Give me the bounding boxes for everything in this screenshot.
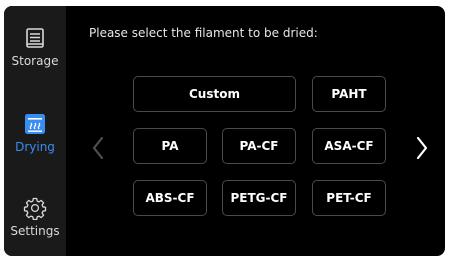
filament-button-petg-cf[interactable]: PETG-CF	[222, 180, 296, 216]
sidebar-item-drying[interactable]: Drying	[4, 112, 66, 154]
sidebar-item-label: Storage	[11, 54, 59, 68]
filament-button-abs-cf[interactable]: ABS-CF	[133, 180, 207, 216]
filament-button-paht[interactable]: PAHT	[312, 76, 386, 112]
previous-page-button[interactable]	[86, 133, 110, 163]
sidebar-item-label: Drying	[15, 140, 55, 154]
filament-button-asa-cf[interactable]: ASA-CF	[312, 128, 386, 164]
chevron-left-icon	[92, 136, 104, 160]
drying-icon	[25, 114, 45, 134]
sidebar-item-storage[interactable]: Storage	[4, 26, 66, 68]
chevron-right-icon	[416, 136, 428, 160]
device-screen: Storage Drying Settings Please select th…	[4, 6, 445, 256]
storage-icon	[26, 28, 44, 48]
filament-button-pa[interactable]: PA	[133, 128, 207, 164]
filament-button-pet-cf[interactable]: PET-CF	[312, 180, 386, 216]
filament-button-custom[interactable]: Custom	[133, 76, 296, 112]
sidebar: Storage Drying Settings	[4, 6, 66, 256]
filament-button-pa-cf[interactable]: PA-CF	[222, 128, 296, 164]
prompt-text: Please select the filament to be dried:	[89, 26, 318, 40]
sidebar-item-label: Settings	[10, 224, 60, 238]
sidebar-item-settings[interactable]: Settings	[4, 196, 66, 238]
next-page-button[interactable]	[410, 133, 434, 163]
gear-icon	[23, 197, 47, 220]
